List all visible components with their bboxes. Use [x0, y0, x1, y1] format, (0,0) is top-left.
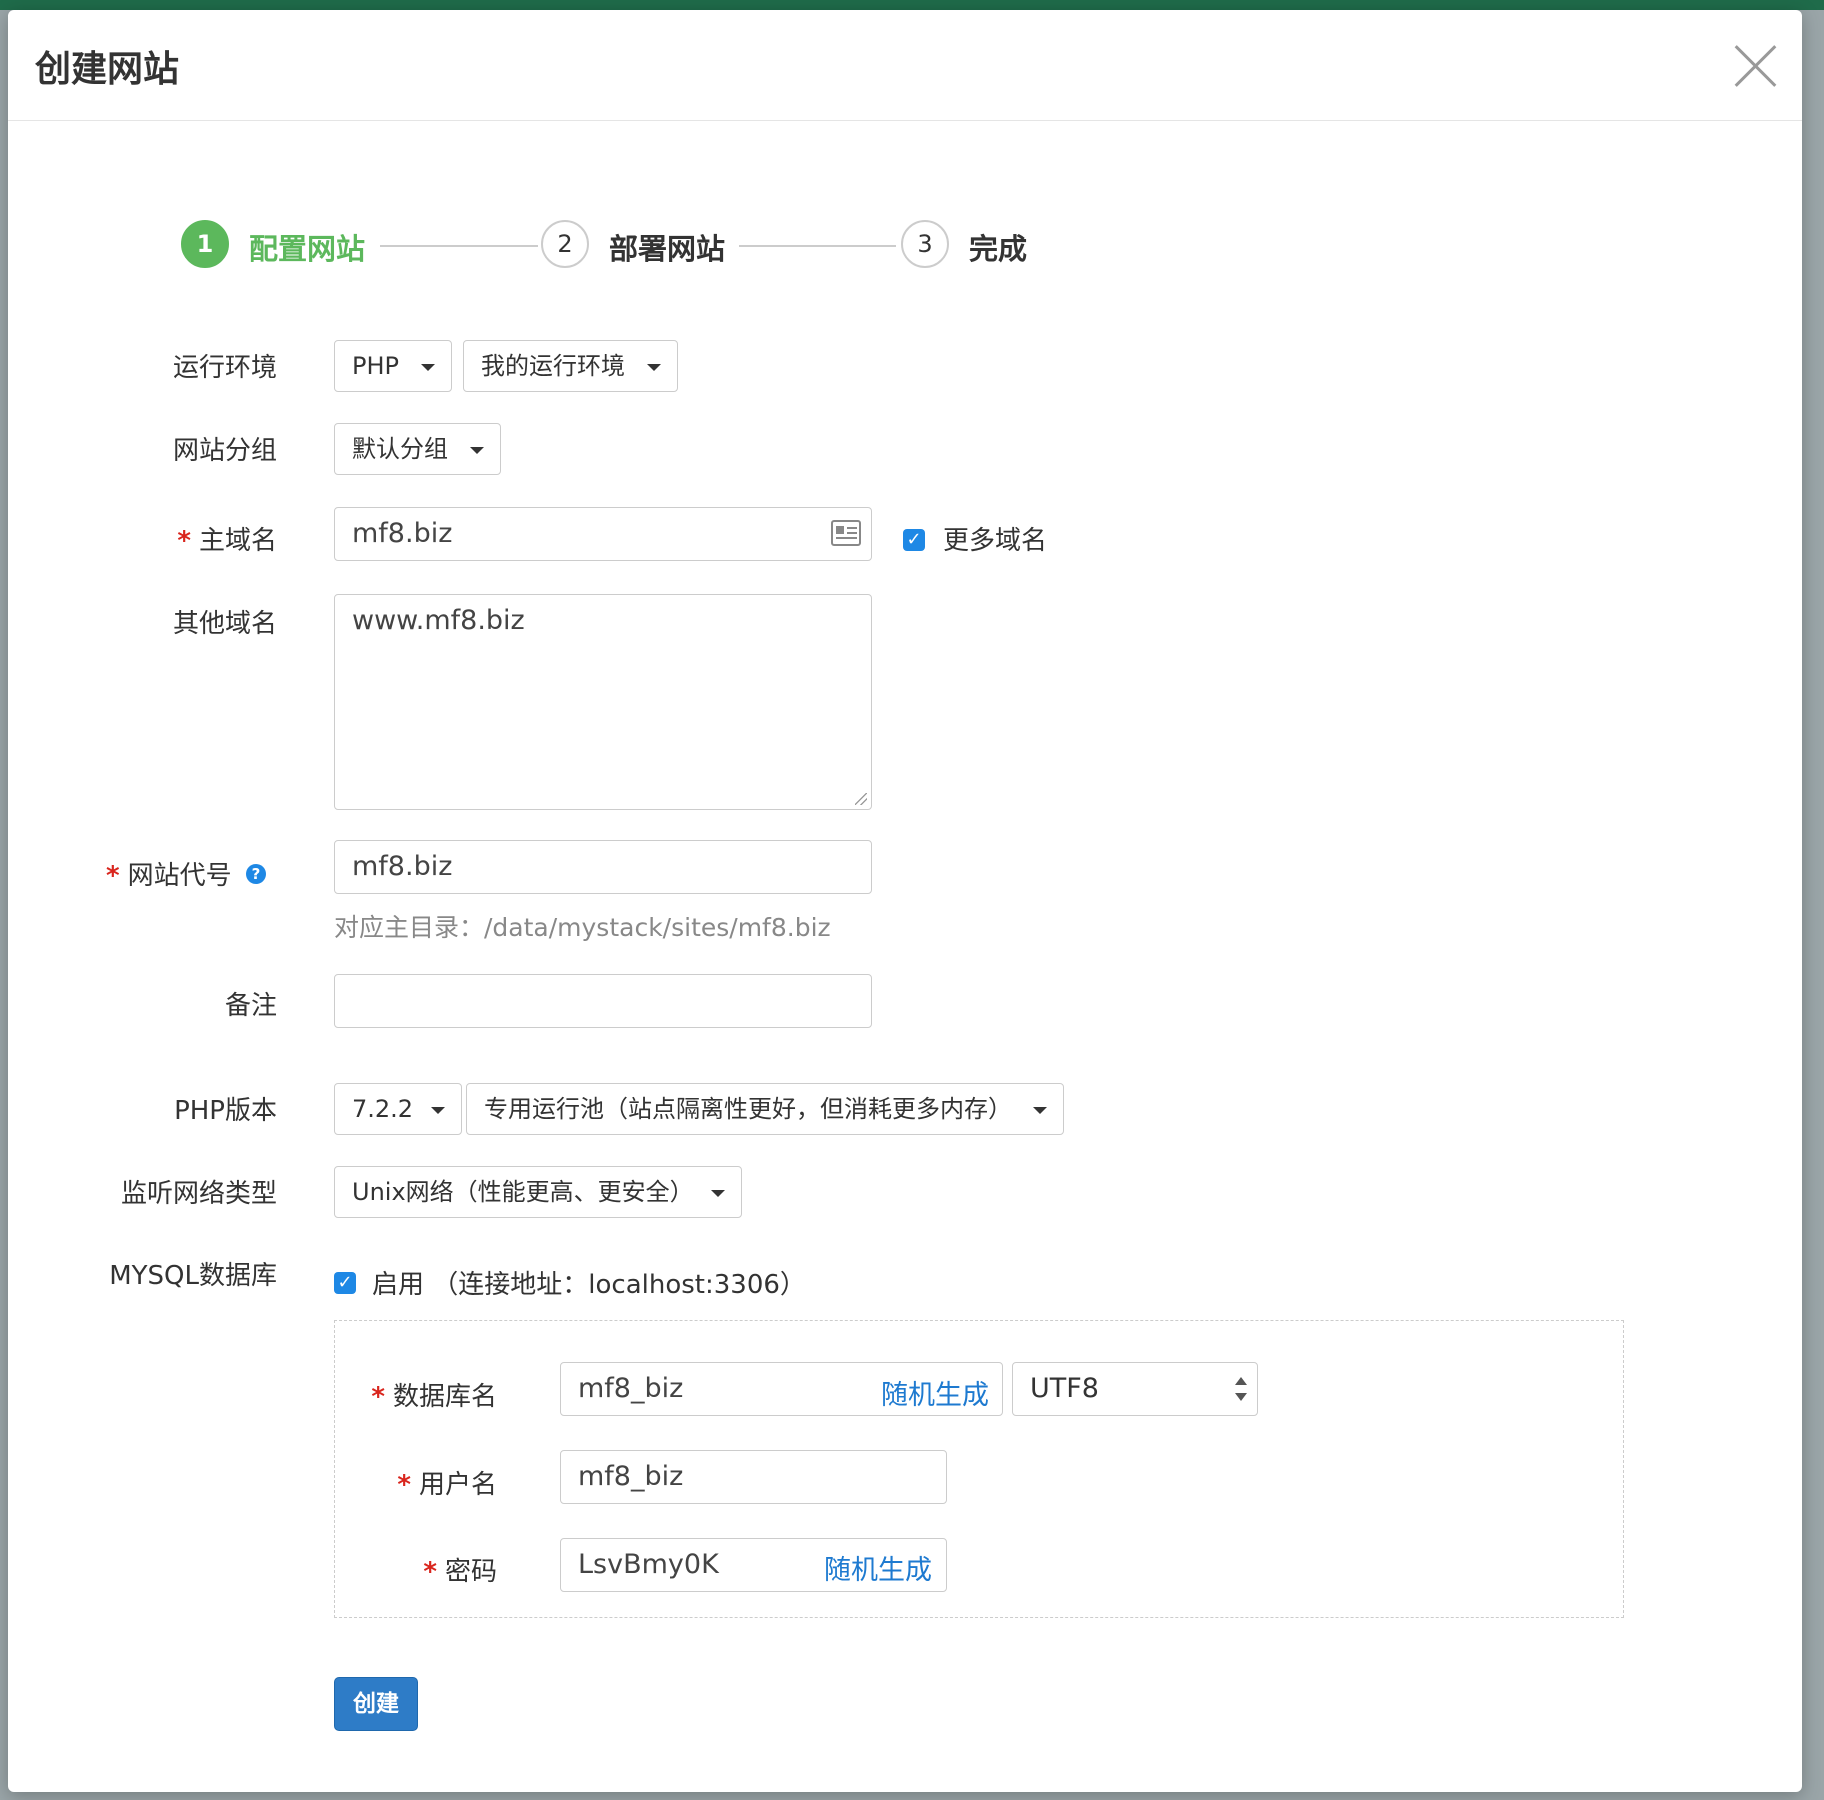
create-site-modal: 创建网站 1 配置网站 2 部署网站 3 完成 运行环境 PHP 我的运行环境 … — [8, 10, 1802, 1792]
more-domains-label: 更多域名 — [943, 526, 1048, 556]
chevron-down-icon — [711, 1190, 725, 1197]
charset-select[interactable]: UTF8 — [1012, 1362, 1258, 1416]
site-group-label: 网站分组 — [172, 436, 277, 466]
mysql-enable-checkbox[interactable]: ✓ — [334, 1272, 356, 1294]
step-connector — [380, 245, 538, 247]
contact-card-icon[interactable] — [831, 520, 861, 546]
remark-label: 备注 — [224, 991, 277, 1021]
create-button[interactable]: 创建 — [334, 1677, 418, 1731]
db-name-value: mf8_biz — [578, 1373, 684, 1404]
required-marker: * — [371, 1382, 385, 1412]
background-top-bar — [0, 0, 1824, 10]
chevron-down-icon — [647, 364, 661, 371]
chevron-down-icon — [421, 364, 435, 371]
charset-value: UTF8 — [1030, 1373, 1099, 1404]
step-number: 1 — [181, 220, 229, 268]
php-pool-value: 专用运行池（站点隔离性更好，但消耗更多内存） — [484, 1095, 1012, 1123]
help-icon[interactable]: ? — [246, 864, 266, 884]
step-label: 完成 — [969, 232, 1028, 266]
site-group-value: 默认分组 — [352, 435, 448, 463]
php-pool-select[interactable]: 专用运行池（站点隔离性更好，但消耗更多内存） — [466, 1083, 1064, 1135]
username-input[interactable]: mf8_biz — [560, 1450, 947, 1504]
runtime-type-select[interactable]: PHP — [334, 340, 452, 392]
primary-domain-label: * 主域名 — [177, 526, 277, 556]
remark-input[interactable] — [334, 974, 872, 1028]
php-version-label: PHP版本 — [174, 1096, 277, 1126]
listen-network-select[interactable]: Unix网络（性能更高、更安全） — [334, 1166, 742, 1218]
mysql-settings-panel: * 数据库名 mf8_biz 随机生成 UTF8 * 用户名 mf8_biz * 密码… — [334, 1320, 1624, 1618]
mysql-label: MYSQL数据库 — [109, 1261, 277, 1291]
required-marker: * — [177, 526, 191, 556]
site-code-input[interactable]: mf8.biz — [334, 840, 872, 894]
site-directory-hint: 对应主目录：/data/mystack/sites/mf8.biz — [334, 913, 831, 942]
step-number: 3 — [901, 220, 949, 268]
php-version-value: 7.2.2 — [352, 1095, 414, 1123]
username-value: mf8_biz — [578, 1461, 684, 1492]
step-number: 2 — [541, 220, 589, 268]
db-name-label: * 数据库名 — [371, 1382, 497, 1412]
chevron-down-icon — [470, 447, 484, 454]
db-name-random-button[interactable]: 随机生成 — [881, 1373, 989, 1412]
password-random-button[interactable]: 随机生成 — [824, 1548, 932, 1587]
chevron-down-icon — [1033, 1107, 1047, 1114]
other-domains-value: www.mf8.biz — [352, 605, 525, 636]
step-label: 部署网站 — [609, 232, 726, 266]
listen-network-value: Unix网络（性能更高、更安全） — [352, 1178, 694, 1206]
username-label: * 用户名 — [397, 1470, 497, 1500]
site-code-label: * 网站代号 — [106, 861, 232, 891]
php-version-select[interactable]: 7.2.2 — [334, 1083, 462, 1135]
step-connector — [739, 245, 896, 247]
password-label: * 密码 — [423, 1557, 497, 1587]
runtime-env-select[interactable]: 我的运行环境 — [463, 340, 678, 392]
password-value: LsvBmy0K — [578, 1549, 719, 1580]
primary-domain-value: mf8.biz — [352, 518, 453, 549]
listen-network-label: 监听网络类型 — [120, 1179, 277, 1209]
required-marker: * — [423, 1557, 437, 1587]
mysql-enable-label: 启用 （连接地址：localhost:3306） — [372, 1270, 806, 1300]
close-icon[interactable] — [1732, 42, 1780, 90]
modal-title: 创建网站 — [35, 49, 180, 90]
required-marker: * — [106, 861, 120, 891]
select-arrows-icon — [1235, 1377, 1247, 1401]
other-domains-label: 其他域名 — [172, 609, 277, 639]
runtime-label: 运行环境 — [172, 353, 277, 383]
chevron-down-icon — [431, 1107, 445, 1114]
site-group-select[interactable]: 默认分组 — [334, 423, 501, 475]
runtime-type-value: PHP — [352, 352, 399, 380]
other-domains-textarea[interactable]: www.mf8.biz — [334, 594, 872, 810]
runtime-env-value: 我的运行环境 — [481, 352, 625, 380]
primary-domain-input[interactable]: mf8.biz — [334, 507, 872, 561]
more-domains-checkbox[interactable]: ✓ — [903, 529, 925, 551]
resize-handle-icon[interactable] — [855, 793, 867, 805]
step-label: 配置网站 — [249, 232, 366, 266]
required-marker: * — [397, 1470, 411, 1500]
modal-header: 创建网站 — [8, 10, 1802, 121]
site-code-value: mf8.biz — [352, 851, 453, 882]
